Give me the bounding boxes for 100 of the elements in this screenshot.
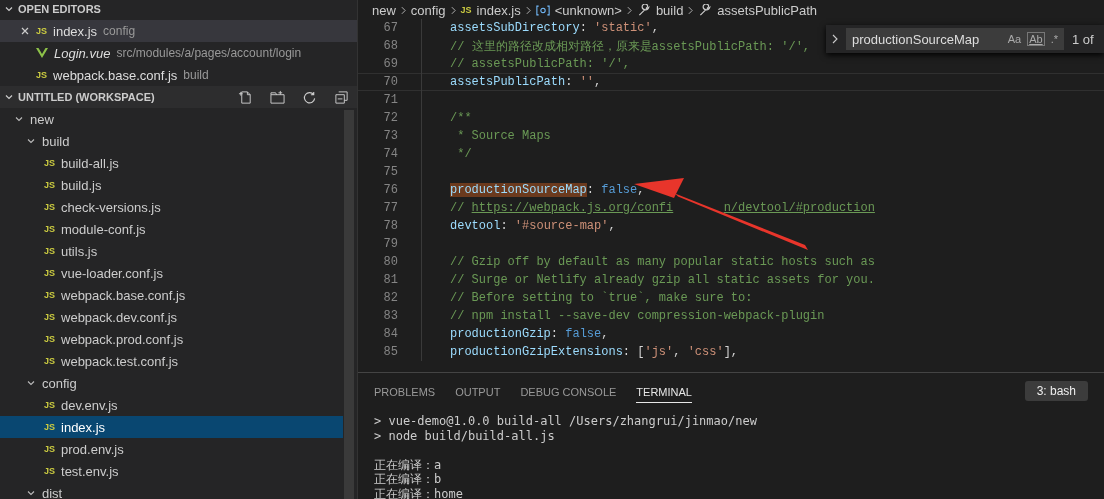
vue-file-icon <box>36 48 48 58</box>
file-name: webpack.prod.conf.js <box>61 331 184 347</box>
panel-tab[interactable]: PROBLEMS <box>374 379 436 403</box>
breadcrumb-item[interactable]: <unknown> <box>535 2 622 18</box>
terminal-line: 正在编译：b <box>374 472 442 486</box>
match-count: 1 of <box>1072 31 1094 47</box>
search-option-toggle[interactable]: .* <box>1050 33 1058 45</box>
new-folder-icon[interactable] <box>270 89 285 105</box>
chevron-icon <box>450 5 456 15</box>
line-number: 81 <box>382 273 398 287</box>
tree-item[interactable]: JS webpack.dev.conf.js <box>0 306 343 328</box>
line-number: 71 <box>382 93 398 107</box>
wrench-icon <box>636 3 651 17</box>
line-number: 77 <box>382 201 398 215</box>
line-number: 67 <box>382 21 398 35</box>
breadcrumb-item[interactable]: new <box>372 2 396 18</box>
file-name: webpack.base.conf.js <box>53 67 178 83</box>
code-line: productionGzipExtensions: ['js', 'css'], <box>450 345 739 359</box>
open-editor-item[interactable]: Login.vue src/modules/a/pages/account/login <box>0 42 357 64</box>
tree-item[interactable]: JS dev.env.js <box>0 394 343 416</box>
js-file-icon: JS <box>44 202 55 212</box>
file-name: build <box>42 133 70 149</box>
breadcrumb-item[interactable]: JS index.js <box>460 2 521 18</box>
js-file-icon: JS <box>44 400 55 410</box>
tree-item[interactable]: JS module-conf.js <box>0 218 343 240</box>
refresh-icon[interactable] <box>302 89 317 105</box>
tree-item[interactable]: JS build.js <box>0 174 343 196</box>
tree-item[interactable]: new <box>0 108 343 130</box>
file-name: new <box>30 111 54 127</box>
tree-item[interactable]: JS utils.js <box>0 240 343 262</box>
line-number: 68 <box>382 39 398 53</box>
tree-item[interactable]: JS webpack.test.conf.js <box>0 350 343 372</box>
scrollbar[interactable] <box>344 110 354 499</box>
tree-item[interactable]: JS webpack.prod.conf.js <box>0 328 343 350</box>
search-field[interactable]: productionSourceMap Aa Ab .* <box>846 28 1064 50</box>
symbol-icon <box>535 3 550 17</box>
file-name: dev.env.js <box>61 397 118 413</box>
code-line: // assetsPublicPath: '/', <box>450 57 631 71</box>
js-file-icon: JS <box>44 290 55 300</box>
line-number: 78 <box>382 219 398 233</box>
tree-item[interactable]: JS index.js <box>0 416 343 438</box>
panel-tab[interactable]: DEBUG CONSOLE <box>520 379 617 403</box>
line-number: 75 <box>382 165 398 179</box>
breadcrumb-item[interactable]: assetsPublicPath <box>698 2 818 18</box>
tree-item[interactable]: JS test.env.js <box>0 460 343 482</box>
tree-item[interactable]: JS webpack.base.conf.js <box>0 284 343 306</box>
file-name: build.js <box>61 177 102 193</box>
js-file-icon: JS <box>44 158 55 168</box>
file-name: test.env.js <box>61 463 119 479</box>
tree-item[interactable]: JS build-all.js <box>0 152 343 174</box>
tree-item[interactable]: build <box>0 130 343 152</box>
section-header[interactable]: OPEN EDITORS <box>0 0 357 20</box>
file-name: utils.js <box>61 243 98 259</box>
tree-item[interactable]: JS vue-loader.conf.js <box>0 262 343 284</box>
file-name: config <box>42 375 77 391</box>
file-path: src/modules/a/pages/account/login <box>116 46 302 60</box>
line-number: 84 <box>382 327 398 341</box>
file-path: build <box>183 68 209 82</box>
tree-item[interactable]: JS prod.env.js <box>0 438 343 460</box>
file-name: dist <box>42 485 63 499</box>
new-file-icon[interactable] <box>238 89 253 105</box>
js-file-icon: JS <box>36 70 47 80</box>
search-option-toggle[interactable]: Aa <box>1007 33 1022 45</box>
js-file-icon: JS <box>44 444 55 454</box>
breadcrumb-item[interactable]: build <box>636 2 684 18</box>
code-line: assetsSubDirectory: 'static', <box>450 21 659 35</box>
js-file-icon: JS <box>44 180 55 190</box>
code-line: devtool: '#source-map', <box>450 219 616 233</box>
code-line: productionGzip: false, <box>450 327 609 341</box>
code-line: // Surge or Netlify already gzip all static assets for you. <box>450 273 875 287</box>
breadcrumb-item[interactable]: config <box>410 2 446 18</box>
js-file-icon: JS <box>44 246 55 256</box>
line-number: 70 <box>382 75 398 89</box>
close-icon[interactable] <box>20 26 30 36</box>
chevron-icon <box>525 5 531 15</box>
terminal-dropdown[interactable]: 3: bash <box>1024 381 1088 401</box>
line-number: 74 <box>382 147 398 161</box>
file-name: vue-loader.conf.js <box>61 265 163 281</box>
line-number: 85 <box>382 345 398 359</box>
js-file-icon: JS <box>36 26 47 36</box>
search-option-toggle[interactable]: Ab <box>1027 32 1045 46</box>
file-name: module-conf.js <box>61 221 146 237</box>
tree-item[interactable]: JS check-versions.js <box>0 196 343 218</box>
js-file-icon: JS <box>44 334 55 344</box>
section-header[interactable]: UNTITLED (WORKSPACE) <box>0 86 357 108</box>
chevron-icon[interactable] <box>832 34 838 44</box>
open-editor-item[interactable]: JS index.js config <box>0 20 357 42</box>
collapse-all-icon[interactable] <box>334 89 349 105</box>
file-name: Login.vue <box>54 45 111 61</box>
open-editor-item[interactable]: JS webpack.base.conf.js build <box>0 64 357 86</box>
terminal-line: > node build/build-all.js <box>374 428 555 443</box>
tree-item[interactable]: dist <box>0 482 343 499</box>
file-name: check-versions.js <box>61 199 161 215</box>
terminal-line: 正在编译：a <box>374 457 442 472</box>
terminal-line: 正在编译：home <box>374 486 463 499</box>
code-line: // https://webpack.js.org/confi n/devtool/#production <box>450 201 875 215</box>
tree-item[interactable]: config <box>0 372 343 394</box>
panel-tab[interactable]: TERMINAL <box>636 379 692 403</box>
code-line: * Source Maps <box>456 129 551 143</box>
panel-tab[interactable]: OUTPUT <box>455 379 501 403</box>
